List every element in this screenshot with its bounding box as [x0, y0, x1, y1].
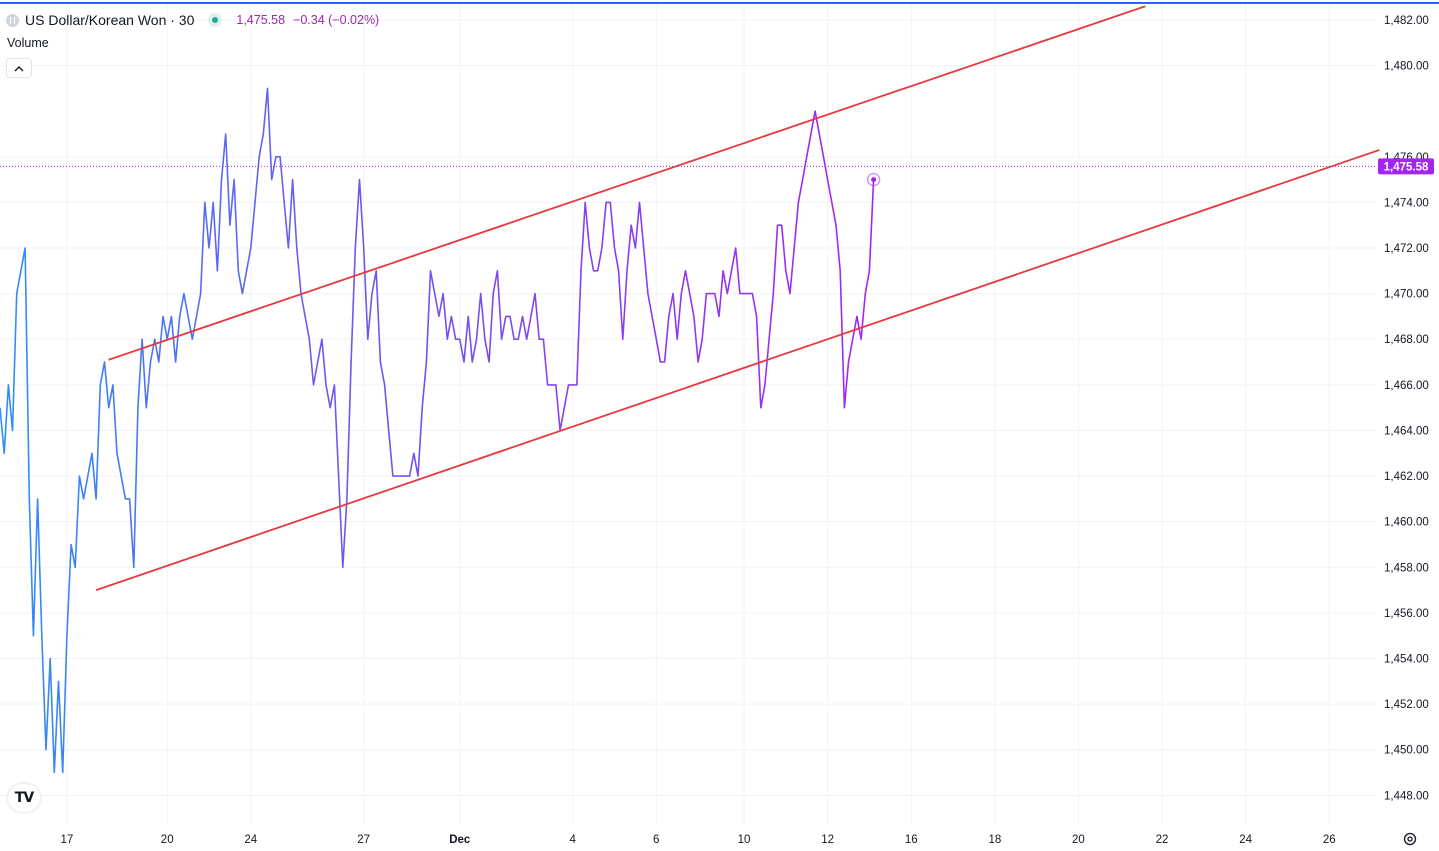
- y-tick-label: 1,482.00: [1384, 15, 1429, 27]
- x-tick-label: 24: [1239, 834, 1252, 846]
- x-tick-label: 20: [161, 834, 174, 846]
- price-chart[interactable]: 1,448.00 1,450.00 1,452.00 1,454.00 1,456.00…: [0, 0, 1439, 851]
- channel-trendline: [108, 5, 1146, 361]
- y-tick-label: 1,448.00: [1384, 790, 1429, 802]
- x-tick-label: 22: [1156, 834, 1169, 846]
- chevron-up-icon: [14, 65, 24, 71]
- y-tick-label: 1,474.00: [1384, 197, 1429, 209]
- volume-label[interactable]: Volume: [7, 36, 49, 50]
- x-tick-label: 4: [569, 834, 576, 846]
- y-tick-label: 1,454.00: [1384, 654, 1429, 666]
- x-tick-label: 12: [821, 834, 834, 846]
- market-status-icon[interactable]: [208, 13, 223, 27]
- y-tick-label: 1,466.00: [1384, 380, 1429, 392]
- symbol-header: US Dollar/Korean Won · 30 1,475.58 −0.34…: [6, 9, 379, 31]
- x-tick-label: 16: [905, 834, 918, 846]
- channel-trendline: [95, 149, 1380, 591]
- x-tick-label: 17: [60, 834, 73, 846]
- x-tick-label: 18: [988, 834, 1001, 846]
- grid-lines: [0, 4, 1376, 825]
- y-tick-label: 1,464.00: [1384, 425, 1429, 437]
- x-tick-label: 24: [244, 834, 257, 846]
- y-tick-label: 1,456.00: [1384, 608, 1429, 620]
- last-price: 1,475.58: [236, 13, 286, 27]
- x-tick-label: 20: [1072, 834, 1085, 846]
- price-tag-label: 1,475.58: [1384, 161, 1429, 173]
- y-tick-label: 1,458.00: [1384, 562, 1429, 574]
- y-tick-label: 1,480.00: [1384, 61, 1429, 73]
- y-axis: 1,448.00 1,450.00 1,452.00 1,454.00 1,456.00…: [1384, 15, 1429, 802]
- collapse-legend-button[interactable]: [6, 58, 32, 78]
- last-point-dot: [871, 177, 877, 183]
- x-tick-label: 26: [1323, 834, 1336, 846]
- pause-icon[interactable]: [6, 13, 19, 27]
- x-tick-label: 27: [357, 834, 370, 846]
- y-tick-label: 1,470.00: [1384, 289, 1429, 301]
- tradingview-logo[interactable]: TV: [8, 784, 40, 812]
- symbol-title[interactable]: US Dollar/Korean Won · 30: [25, 12, 194, 28]
- y-tick-label: 1,462.00: [1384, 471, 1429, 483]
- x-tick-label: 6: [653, 834, 659, 846]
- y-tick-label: 1,452.00: [1384, 699, 1429, 711]
- x-tick-label: 10: [738, 834, 751, 846]
- price-change: −0.34 (−0.02%): [293, 13, 380, 27]
- x-tick-label: Dec: [449, 834, 471, 846]
- y-tick-label: 1,468.00: [1384, 334, 1429, 346]
- price-tag: 1,475.58: [1378, 158, 1434, 175]
- settings-button[interactable]: [1400, 829, 1420, 849]
- x-axis: 17 20 24 27 Dec 4 6 10 12 16 18 20 22 24 26: [60, 834, 1335, 846]
- y-tick-label: 1,460.00: [1384, 517, 1429, 529]
- y-tick-label: 1,472.00: [1384, 243, 1429, 255]
- logo-text: TV: [14, 790, 34, 806]
- y-tick-label: 1,450.00: [1384, 745, 1429, 757]
- gear-icon: [1403, 832, 1417, 846]
